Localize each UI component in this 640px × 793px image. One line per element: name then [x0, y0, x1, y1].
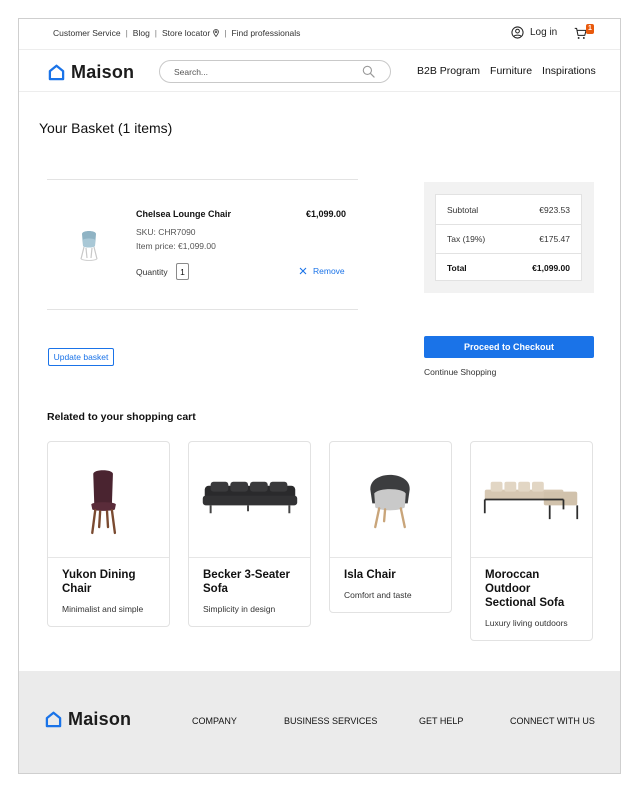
summary-label: Tax (19%): [447, 234, 486, 244]
summary-row-tax: Tax (19%) €175.47: [436, 224, 581, 253]
nav-furniture[interactable]: Furniture: [490, 65, 532, 77]
utility-links: Customer Service | Blog | Store locator …: [53, 28, 300, 38]
quantity-label: Quantity: [136, 267, 168, 277]
summary-label: Subtotal: [447, 204, 479, 215]
house-logo-icon: [48, 64, 65, 81]
line-price: €1,099.00: [306, 209, 347, 219]
product-card-desc: Comfort and taste: [344, 590, 412, 600]
separator: |: [154, 28, 158, 38]
summary-row-subtotal: Subtotal €923.53: [436, 195, 581, 224]
order-summary: Subtotal €923.53 Tax (19%) €175.47 Total…: [424, 182, 594, 293]
utility-bar: Customer Service | Blog | Store locator …: [19, 19, 620, 50]
page-frame: Customer Service | Blog | Store locator …: [18, 18, 621, 774]
close-icon: [299, 267, 307, 275]
product-card[interactable]: Moroccan Outdoor Sectional Sofa Luxury l…: [470, 441, 593, 641]
summary-label: Total: [447, 263, 467, 273]
product-card-desc: Simplicity in design: [203, 604, 276, 614]
main-nav: B2B Program Furniture Inspirations: [417, 65, 606, 77]
nav-b2b-program[interactable]: B2B Program: [417, 65, 480, 77]
product-card[interactable]: Becker 3-Seater Sofa Simplicity in desig…: [188, 441, 311, 627]
product-thumbnail[interactable]: [77, 228, 101, 262]
product-card-name: Yukon Dining Chair: [62, 569, 136, 595]
store-locator-link[interactable]: Store locator: [162, 28, 210, 38]
cart-button[interactable]: 1: [574, 24, 598, 44]
find-professionals-link[interactable]: Find professionals: [231, 28, 300, 38]
location-pin-icon: [213, 29, 220, 38]
footer-link-company[interactable]: COMPANY: [192, 716, 237, 726]
footer-brand-logo[interactable]: Maison: [45, 709, 131, 730]
quantity-input[interactable]: [176, 263, 189, 280]
related-section-title: Related to your shopping cart: [47, 411, 196, 423]
house-logo-icon: [45, 711, 62, 728]
product-card-name: Becker 3-Seater Sofa: [203, 569, 290, 595]
continue-shopping-link[interactable]: Continue Shopping: [424, 367, 496, 377]
page-title: Your Basket (1 items): [39, 120, 173, 136]
summary-value: €923.53: [539, 204, 570, 215]
separator: |: [224, 28, 227, 38]
login-link[interactable]: Log in: [511, 26, 557, 39]
product-sku: SKU: CHR7090: [136, 227, 196, 237]
product-card-name: Moroccan Outdoor Sectional Sofa: [485, 569, 565, 609]
summary-row-total: Total €1,099.00: [436, 253, 581, 282]
search-icon[interactable]: [362, 65, 375, 78]
product-card-desc: Luxury living outdoors: [485, 618, 568, 628]
divider: [47, 179, 358, 180]
product-name[interactable]: Chelsea Lounge Chair: [136, 209, 231, 219]
remove-item-button[interactable]: Remove: [299, 266, 345, 276]
summary-value: €1,099.00: [532, 263, 570, 273]
cart-count-badge: 1: [586, 24, 594, 34]
summary-table: Subtotal €923.53 Tax (19%) €175.47 Total…: [435, 194, 582, 281]
summary-value: €175.47: [539, 234, 570, 244]
login-label: Log in: [530, 27, 558, 38]
search-input[interactable]: [174, 65, 354, 79]
remove-label: Remove: [313, 266, 345, 276]
footer-link-business-services[interactable]: BUSINESS SERVICES: [284, 716, 377, 726]
brand-name: Maison: [71, 62, 135, 82]
divider: [47, 309, 358, 310]
product-image: [48, 442, 169, 558]
brand-logo[interactable]: Maison: [48, 62, 134, 83]
update-basket-button[interactable]: Update basket: [48, 348, 114, 366]
user-circle-icon: [511, 26, 524, 39]
product-card[interactable]: Yukon Dining Chair Minimalist and simple: [47, 441, 170, 627]
main-header: Maison B2B Program Furniture Inspiration…: [19, 51, 620, 92]
product-card-name: Isla Chair: [344, 569, 396, 581]
product-card-desc: Minimalist and simple: [62, 604, 144, 614]
product-image: [330, 442, 451, 558]
product-card[interactable]: Isla Chair Comfort and taste: [329, 441, 452, 613]
product-image: [471, 442, 592, 558]
customer-service-link[interactable]: Customer Service: [53, 28, 121, 38]
search-bar: [159, 60, 391, 83]
site-footer: Maison COMPANY BUSINESS SERVICES GET HEL…: [19, 671, 620, 773]
footer-link-get-help[interactable]: GET HELP: [419, 716, 463, 726]
checkout-button[interactable]: Proceed to Checkout: [424, 336, 594, 358]
unit-price: Item price: €1,099.00: [136, 241, 216, 251]
footer-link-connect[interactable]: CONNECT WITH US: [510, 716, 595, 726]
separator: |: [125, 28, 128, 38]
product-image: [189, 442, 310, 558]
blog-link[interactable]: Blog: [133, 28, 150, 38]
brand-name: Maison: [68, 709, 132, 729]
nav-inspirations[interactable]: Inspirations: [542, 65, 596, 77]
